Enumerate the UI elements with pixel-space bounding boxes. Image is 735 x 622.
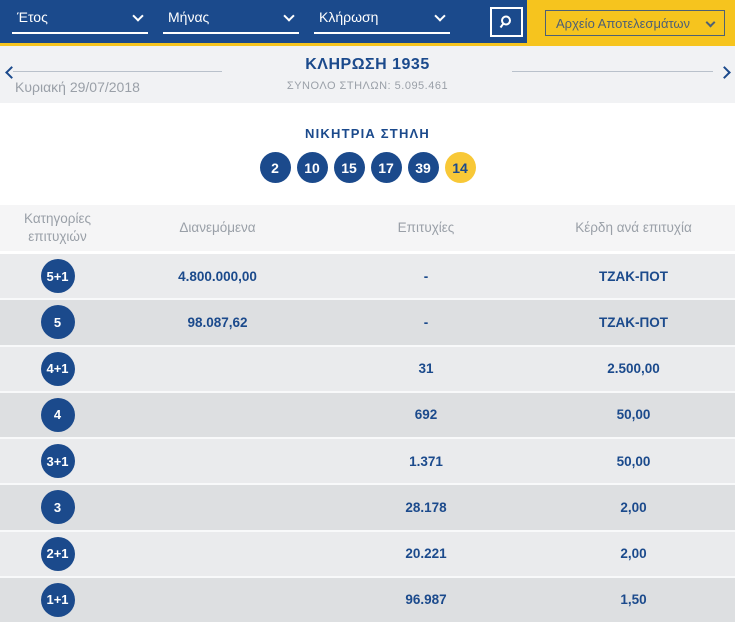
draw-title-group: ΚΛΗΡΩΣΗ 1935 ΣΥΝΟΛΟ ΣΤΗΛΩΝ: 5.095.461	[0, 56, 735, 92]
next-draw-button[interactable]	[714, 61, 734, 83]
prize-cell: 1,50	[532, 592, 735, 607]
year-dropdown-label: Έτος	[17, 10, 48, 25]
wins-cell: 692	[320, 407, 532, 422]
archive-results-button[interactable]: Αρχείο Αποτελεσμάτων	[545, 10, 725, 36]
category-ball: 4	[41, 398, 75, 432]
month-dropdown[interactable]: Μήνας	[163, 10, 299, 34]
column-header-distributed: Διανεμόμενα	[115, 219, 320, 237]
wins-cell: -	[320, 315, 532, 330]
category-cell: 5	[0, 305, 115, 339]
prize-cell: 50,00	[532, 407, 735, 422]
winning-number-ball: 15	[334, 152, 365, 183]
category-ball: 2+1	[41, 537, 75, 571]
distributed-cell: 98.087,62	[115, 315, 320, 330]
search-button[interactable]	[490, 7, 523, 37]
category-cell: 3+1	[0, 444, 115, 478]
prize-table: Κατηγορίες επιτυχιών Διανεμόμενα Επιτυχί…	[0, 205, 735, 622]
column-header-wins: Επιτυχίες	[320, 219, 532, 237]
wins-cell: 28.178	[320, 500, 532, 515]
category-cell: 1+1	[0, 583, 115, 617]
table-row: 3+1 1.371 50,00	[0, 439, 735, 485]
table-row: 3 28.178 2,00	[0, 485, 735, 531]
category-ball: 5	[41, 305, 75, 339]
prize-cell: 2,00	[532, 500, 735, 515]
category-ball: 3	[41, 490, 75, 524]
joker-results-page: Έτος Μήνας Κλήρωση Αρχείο Αποτελεσμάτων	[0, 0, 735, 622]
draw-dropdown[interactable]: Κλήρωση	[314, 10, 450, 34]
year-dropdown[interactable]: Έτος	[12, 10, 148, 34]
chevron-down-icon	[283, 10, 294, 21]
search-icon	[499, 14, 515, 30]
wins-cell: -	[320, 269, 532, 284]
chevron-down-icon	[706, 17, 716, 27]
category-ball: 1+1	[41, 583, 75, 617]
category-cell: 5+1	[0, 259, 115, 293]
table-row: 5+1 4.800.000,00 - ΤΖΑΚ-ΠΟΤ	[0, 254, 735, 300]
prize-cell: 2,00	[532, 546, 735, 561]
winning-number-ball: 10	[297, 152, 328, 183]
winning-column-heading: ΝΙΚΗΤΡΙΑ ΣΤΗΛΗ	[0, 126, 735, 141]
wins-cell: 1.371	[320, 454, 532, 469]
draw-navigation-band: Κυριακή 29/07/2018 ΚΛΗΡΩΣΗ 1935 ΣΥΝΟΛΟ Σ…	[0, 46, 735, 103]
wins-cell: 31	[320, 361, 532, 376]
category-ball: 3+1	[41, 444, 75, 478]
winning-column-section: ΝΙΚΗΤΡΙΑ ΣΤΗΛΗ 2 10 15 17 39 14	[0, 103, 735, 205]
draw-dropdown-label: Κλήρωση	[319, 10, 378, 25]
prize-cell: ΤΖΑΚ-ΠΟΤ	[532, 269, 735, 284]
table-row: 4+1 31 2.500,00	[0, 347, 735, 393]
top-filter-bar: Έτος Μήνας Κλήρωση Αρχείο Αποτελεσμάτων	[0, 0, 735, 46]
column-header-prize-per-win: Κέρδη ανά επιτυχία	[532, 219, 735, 237]
winning-number-ball: 2	[260, 152, 291, 183]
winning-number-ball: 17	[371, 152, 402, 183]
prize-cell: ΤΖΑΚ-ΠΟΤ	[532, 315, 735, 330]
wins-cell: 20.221	[320, 546, 532, 561]
column-header-categories: Κατηγορίες επιτυχιών	[0, 210, 115, 245]
category-cell: 2+1	[0, 537, 115, 571]
table-row: 2+1 20.221 2,00	[0, 532, 735, 578]
table-row: 1+1 96.987 1,50	[0, 578, 735, 622]
total-columns-label: ΣΥΝΟΛΟ ΣΤΗΛΩΝ: 5.095.461	[0, 80, 735, 92]
distributed-cell: 4.800.000,00	[115, 269, 320, 284]
filter-bar-yellow-section: Αρχείο Αποτελεσμάτων	[527, 0, 735, 46]
filter-bar-blue-section: Έτος Μήνας Κλήρωση	[0, 0, 527, 43]
prize-cell: 50,00	[532, 454, 735, 469]
table-row: 5 98.087,62 - ΤΖΑΚ-ΠΟΤ	[0, 300, 735, 346]
category-cell: 3	[0, 490, 115, 524]
archive-results-label: Αρχείο Αποτελεσμάτων	[556, 16, 690, 31]
category-cell: 4	[0, 398, 115, 432]
chevron-down-icon	[132, 10, 143, 21]
prize-table-header: Κατηγορίες επιτυχιών Διανεμόμενα Επιτυχί…	[0, 205, 735, 254]
wins-cell: 96.987	[320, 592, 532, 607]
joker-number-ball: 14	[445, 152, 476, 183]
prize-table-body: 5+1 4.800.000,00 - ΤΖΑΚ-ΠΟΤ 5 98.087,62 …	[0, 254, 735, 622]
winning-number-ball: 39	[408, 152, 439, 183]
category-ball: 5+1	[41, 259, 75, 293]
prize-cell: 2.500,00	[532, 361, 735, 376]
chevron-right-icon	[718, 66, 731, 79]
month-dropdown-label: Μήνας	[168, 10, 209, 25]
chevron-down-icon	[434, 10, 445, 21]
winning-numbers-row: 2 10 15 17 39 14	[0, 152, 735, 183]
category-cell: 4+1	[0, 352, 115, 386]
category-ball: 4+1	[41, 352, 75, 386]
table-row: 4 692 50,00	[0, 393, 735, 439]
right-divider-line	[512, 71, 713, 72]
